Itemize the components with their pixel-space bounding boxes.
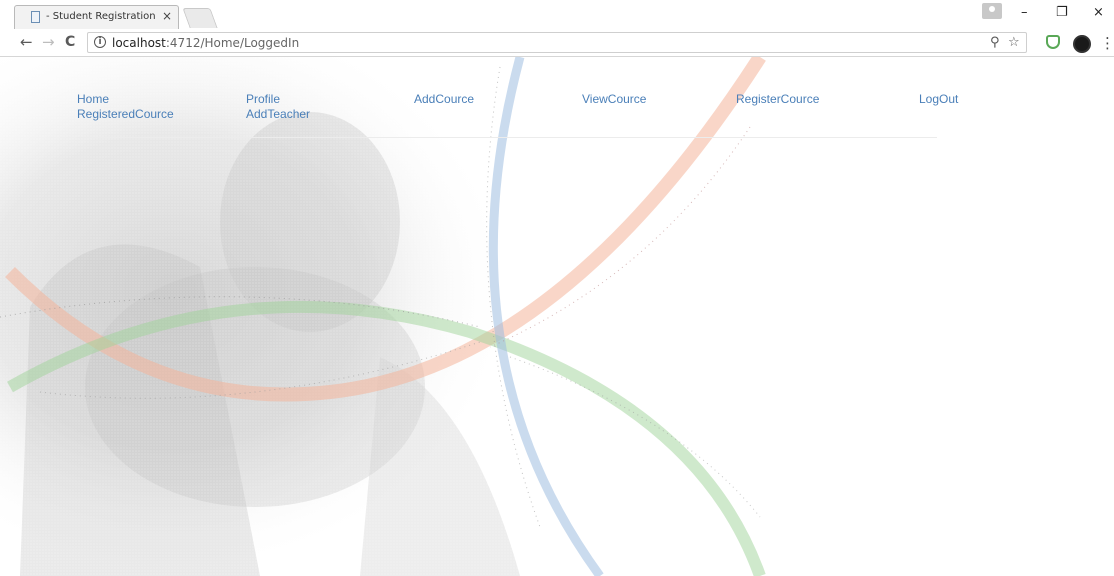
- nav-link-logout[interactable]: LogOut: [919, 92, 958, 106]
- url-path: :4712/Home/LoggedIn: [165, 36, 300, 50]
- address-bar[interactable]: i localhost:4712/Home/LoggedIn ⚲ ☆: [87, 32, 1027, 53]
- menu-icon[interactable]: ⋮: [1100, 34, 1114, 52]
- tab-close-icon[interactable]: ×: [162, 9, 172, 23]
- nav-link-profile[interactable]: Profile: [246, 92, 280, 106]
- browser-tabstrip: - Student Registration Sy × – ❐ ×: [0, 0, 1114, 29]
- nav-link-add-cource[interactable]: AddCource: [414, 92, 474, 106]
- extension-shield-icon[interactable]: [1046, 35, 1060, 49]
- page-favicon-icon: [31, 11, 40, 23]
- nav-link-view-cource[interactable]: ViewCource: [582, 92, 646, 106]
- browser-tab[interactable]: - Student Registration Sy ×: [14, 5, 179, 29]
- page-content: Home Profile AddCource ViewCource Regist…: [0, 57, 1114, 576]
- profile-icon[interactable]: [982, 3, 1002, 19]
- url-text[interactable]: localhost:4712/Home/LoggedIn: [112, 36, 299, 50]
- extension-dark-icon[interactable]: [1073, 35, 1091, 53]
- nav-link-add-teacher[interactable]: AddTeacher: [246, 107, 310, 121]
- zoom-icon[interactable]: ⚲: [990, 35, 1000, 50]
- url-host: localhost: [112, 36, 166, 50]
- reload-icon[interactable]: C: [65, 34, 75, 50]
- nav-link-register-cource[interactable]: RegisterCource: [736, 92, 819, 106]
- browser-toolbar: ← → C i localhost:4712/Home/LoggedIn ⚲ ☆…: [0, 29, 1114, 57]
- forward-arrow-icon[interactable]: →: [42, 33, 55, 51]
- nav-link-home[interactable]: Home: [77, 92, 109, 106]
- restore-button[interactable]: ❐: [1056, 5, 1068, 20]
- minimize-button[interactable]: –: [1021, 5, 1028, 20]
- nav-link-registered-cource[interactable]: RegisteredCource: [77, 107, 174, 121]
- close-window-button[interactable]: ×: [1093, 5, 1104, 20]
- new-tab-button[interactable]: [182, 8, 218, 28]
- main-nav: Home Profile AddCource ViewCource Regist…: [77, 92, 958, 138]
- bookmark-star-icon[interactable]: ☆: [1008, 35, 1020, 50]
- site-info-icon[interactable]: i: [94, 36, 106, 48]
- tab-title: - Student Registration Sy: [46, 11, 156, 22]
- back-arrow-icon[interactable]: ←: [20, 33, 33, 51]
